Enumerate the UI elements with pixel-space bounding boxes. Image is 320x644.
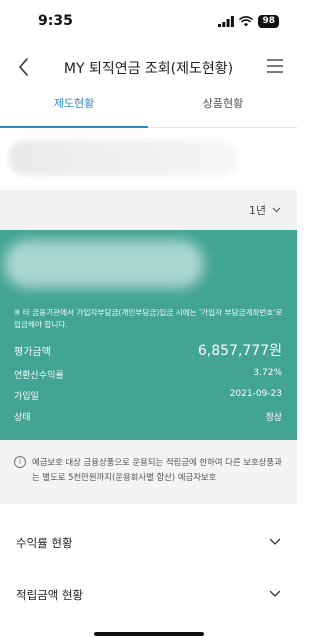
tab-product-status[interactable]: 상품현황: [149, 90, 297, 128]
info-row-join-date: 가입일 2021-09-23: [14, 386, 282, 404]
info-row-status: 상태 정상: [14, 407, 282, 425]
info-label: 연환산수익률: [14, 371, 64, 381]
tab-bar: 제도현황 상품현황: [0, 90, 297, 128]
chevron-down-icon: [272, 207, 281, 213]
period-select[interactable]: 1년: [249, 202, 281, 218]
info-label: 평가금액: [14, 347, 51, 358]
info-value: 6,857,777원: [197, 343, 282, 359]
info-value: 3.72%: [253, 368, 282, 378]
info-row-valuation: 평가금액 6,857,777원: [14, 340, 282, 359]
chevron-down-icon: [269, 538, 281, 545]
section-title: 수익률 현황: [16, 536, 73, 550]
info-row-return-rate: 연환산수익률 3.72%: [14, 365, 282, 383]
section-title: 적립금액 현황: [16, 588, 84, 602]
summary-card: ※ 타 금융기관에서 가입자부담금(개인부담금)입금 시에는 '가입자 부담금계…: [0, 230, 297, 440]
info-label: 가입일: [14, 392, 39, 402]
deposit-notice: ※ 타 금융기관에서 가입자부담금(개인부담금)입금 시에는 '가입자 부담금계…: [14, 308, 283, 329]
period-label: 1년: [248, 204, 266, 217]
page-title: MY 퇴직연금 조회(제도현황): [63, 61, 234, 77]
filter-strip: 1년: [0, 190, 297, 230]
section-return-status[interactable]: 수익률 현황: [0, 520, 297, 566]
info-value: 정상: [265, 413, 282, 423]
blurred-account-info: [4, 240, 204, 288]
battery-icon: 98: [258, 15, 279, 28]
status-bar: 9:35 98: [0, 0, 297, 44]
status-icons: 98: [218, 15, 279, 28]
info-icon: i: [14, 456, 26, 468]
active-tab-indicator: [0, 126, 148, 128]
protection-text: 예금보호 대상 금융상품으로 운용되는 적립금에 한하여 다른 보호상품과는 별…: [32, 457, 282, 482]
section-reserve-status[interactable]: 적립금액 현황: [0, 572, 297, 618]
chevron-down-icon: [269, 590, 281, 597]
wifi-icon: [239, 16, 254, 27]
home-indicator[interactable]: [94, 632, 204, 636]
status-time: 9:35: [38, 13, 73, 29]
menu-icon[interactable]: [265, 56, 285, 76]
signal-icon: [218, 16, 235, 27]
tab-system-status[interactable]: 제도현황: [0, 90, 148, 128]
nav-bar: MY 퇴직연금 조회(제도현황): [0, 46, 297, 88]
info-label: 상태: [14, 413, 31, 423]
info-value: 2021-09-23: [229, 389, 282, 399]
blurred-plan-name: [8, 140, 238, 176]
depositor-protection-box: i 예금보호 대상 금융상품으로 운용되는 적립금에 한하여 다른 보호상품과는…: [0, 440, 297, 504]
